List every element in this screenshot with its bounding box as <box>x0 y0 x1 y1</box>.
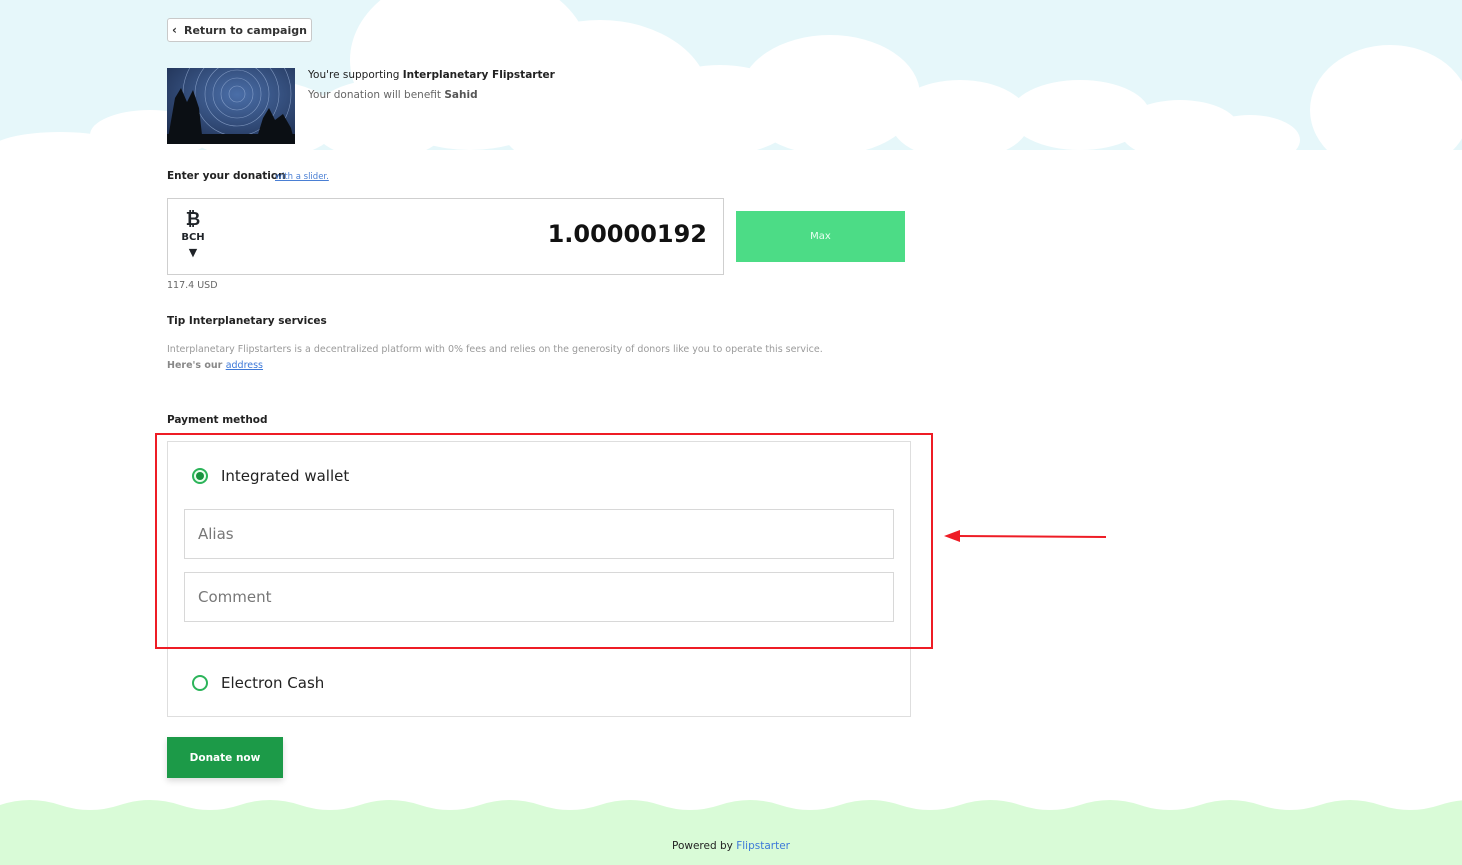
powered-prefix: Powered by <box>672 840 737 852</box>
annotation-arrow-icon <box>944 530 1107 542</box>
payment-method-box: Integrated wallet Electron Cash <box>167 441 911 717</box>
beneficiary-name: Sahid <box>444 89 478 101</box>
tip-address-line: Here's our address <box>167 360 263 371</box>
tip-description: Interplanetary Flipstarters is a decentr… <box>167 344 823 355</box>
benefit-line: Your donation will benefit Sahid <box>308 89 478 101</box>
max-button[interactable]: Max <box>736 211 905 262</box>
tip-address-prefix: Here's our <box>167 360 226 371</box>
payment-option-electron-cash[interactable]: Electron Cash <box>192 674 324 692</box>
comment-input[interactable] <box>184 572 894 622</box>
bitcoin-icon: ₿ <box>185 209 201 230</box>
campaign-name: Interplanetary Flipstarter <box>402 69 555 81</box>
donation-amount-input[interactable] <box>405 219 709 249</box>
chevron-left-icon: ‹ <box>172 23 177 37</box>
radio-selected-icon[interactable] <box>192 468 208 484</box>
payment-option-label: Integrated wallet <box>221 467 350 485</box>
donation-label: Enter your donation <box>167 170 286 182</box>
tip-title: Tip Interplanetary services <box>167 315 327 327</box>
supporting-line: You're supporting Interplanetary Flipsta… <box>308 69 555 81</box>
donate-now-button[interactable]: Donate now <box>167 737 283 778</box>
supporting-prefix: You're supporting <box>308 69 403 81</box>
benefit-prefix: Your donation will benefit <box>308 89 445 101</box>
payment-method-label: Payment method <box>167 414 268 426</box>
payment-option-integrated-wallet[interactable]: Integrated wallet <box>192 467 349 485</box>
address-link[interactable]: address <box>226 360 263 371</box>
usd-equivalent: 117.4 USD <box>167 280 218 291</box>
return-to-campaign-button[interactable]: ‹ Return to campaign <box>167 18 312 42</box>
campaign-image <box>167 68 295 144</box>
return-label: Return to campaign <box>184 23 307 37</box>
alias-input[interactable] <box>184 509 894 559</box>
payment-option-label: Electron Cash <box>221 674 325 692</box>
footer-powered-by: Powered by Flipstarter <box>0 840 1462 852</box>
slider-link[interactable]: with a slider. <box>275 172 329 182</box>
flipstarter-link[interactable]: Flipstarter <box>736 840 790 852</box>
currency-selector[interactable]: ₿ BCH ▼ <box>178 209 208 265</box>
caret-down-icon: ▼ <box>188 246 198 259</box>
currency-code: BCH <box>181 232 205 243</box>
radio-unselected-icon[interactable] <box>192 675 208 691</box>
donation-amount-box: ₿ BCH ▼ <box>167 198 724 275</box>
